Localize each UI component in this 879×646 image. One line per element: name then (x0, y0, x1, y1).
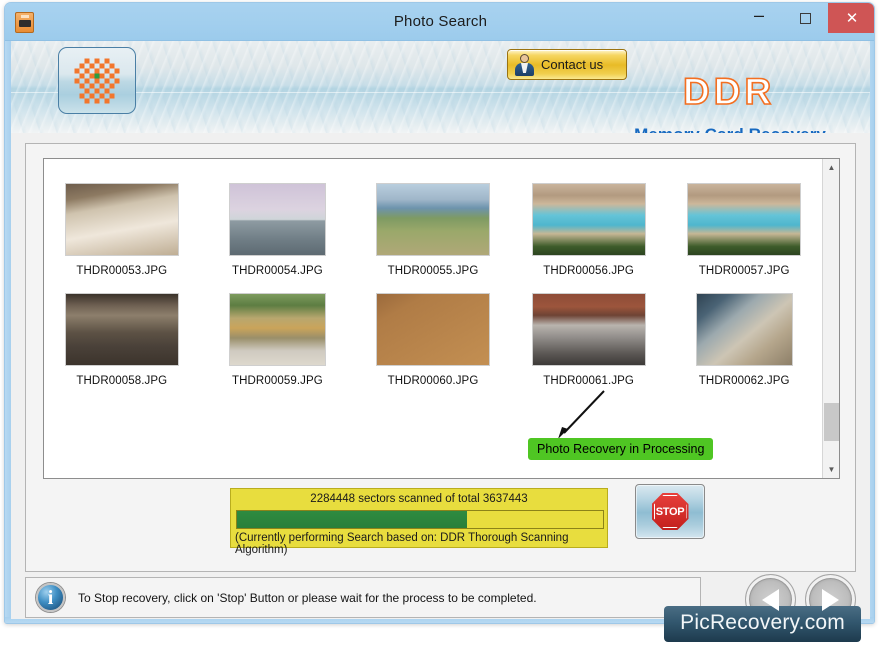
thumbnail-item[interactable]: THDR00053.JPG (44, 183, 200, 277)
thumbnail-item[interactable]: THDR00058.JPG (44, 293, 200, 387)
product-subtitle: Memory Card Recovery (634, 125, 826, 133)
title-bar[interactable]: Photo Search – ✕ (5, 3, 874, 41)
thumbnail-image[interactable] (695, 293, 793, 366)
stop-button-label: STOP (655, 505, 685, 518)
scroll-down-arrow-icon[interactable]: ▼ (823, 461, 839, 478)
processing-tooltip: Photo Recovery in Processing (528, 438, 714, 460)
next-arrow-icon (822, 588, 839, 611)
contact-us-button[interactable]: Contact us (507, 49, 627, 80)
thumbnail-list-box[interactable]: THDR00053.JPG THDR00054.JPG THDR00055.JPG T… (43, 158, 840, 479)
scrollbar-thumb[interactable] (824, 403, 839, 441)
thumbnail-image[interactable] (64, 293, 179, 366)
thumbnail-item[interactable]: THDR00055.JPG (355, 183, 511, 277)
thumbnail-scroll-area: THDR00053.JPG THDR00054.JPG THDR00055.JPG T… (44, 159, 822, 478)
thumbnail-filename: THDR00057.JPG (698, 265, 790, 277)
scanning-algorithm-label: (Currently performing Search based on: D… (235, 532, 569, 556)
contact-us-label: Contact us (541, 57, 604, 72)
info-message: To Stop recovery, click on 'Stop' Button… (78, 590, 537, 605)
picrecovery-watermark: PicRecovery.com (664, 606, 861, 642)
thumbnail-image[interactable] (531, 183, 646, 256)
scan-progress-panel: 2284448 sectors scanned of total 3637443… (230, 488, 608, 556)
thumbnail-image[interactable] (228, 293, 326, 366)
thumbnail-item[interactable]: THDR00061.JPG (511, 293, 667, 387)
thumbnail-filename: THDR00058.JPG (76, 375, 168, 387)
vertical-scrollbar[interactable]: ▲ ▼ (822, 159, 839, 478)
application-window-root: Photo Search – ✕ Contact us DDR THDR0005… (0, 0, 879, 646)
thumbnail-item[interactable]: THDR00054.JPG (200, 183, 356, 277)
scan-progress-fill (237, 511, 467, 528)
thumbnail-filename: THDR00056.JPG (543, 265, 634, 277)
minimize-button[interactable]: – (736, 3, 782, 33)
maximize-button[interactable] (782, 3, 828, 33)
maximize-square-icon (799, 12, 811, 24)
photo-search-window: Photo Search – ✕ Contact us DDR THDR0005… (4, 2, 875, 624)
info-bar: i To Stop recovery, click on 'Stop' Butt… (25, 577, 701, 618)
thumbnail-filename: THDR00053.JPG (76, 265, 168, 277)
thumbnail-image[interactable] (228, 183, 326, 256)
thumbnail-image[interactable] (531, 293, 646, 366)
thumbnail-image[interactable] (375, 183, 490, 256)
info-icon: i (36, 583, 65, 612)
thumbnail-item[interactable]: THDR00056.JPG (511, 183, 667, 277)
close-button[interactable]: ✕ (828, 3, 874, 33)
checkered-flower-logo (74, 58, 120, 103)
stop-button[interactable]: STOP (635, 484, 705, 539)
sectors-scanned-label: 2284448 sectors scanned of total 3637443 (310, 493, 528, 505)
window-body: THDR00053.JPG THDR00054.JPG THDR00055.JPG T… (11, 133, 870, 623)
thumbnail-item[interactable]: THDR00059.JPG (200, 293, 356, 387)
previous-arrow-icon (762, 588, 779, 611)
thumbnail-item[interactable]: THDR00060.JPG (355, 293, 511, 387)
scan-progress-bar (236, 510, 604, 529)
thumbnail-filename: THDR00059.JPG (232, 375, 323, 387)
app-logo-button[interactable] (58, 47, 136, 114)
thumbnail-image[interactable] (64, 183, 179, 256)
user-avatar-icon (513, 53, 536, 76)
stop-sign-icon: STOP (651, 493, 689, 530)
window-controls: – ✕ (736, 3, 874, 41)
scroll-up-arrow-icon[interactable]: ▲ (823, 159, 839, 176)
header-banner: Contact us DDR Memory Card Recovery (11, 41, 870, 133)
thumbnail-image[interactable] (375, 293, 490, 366)
thumbnail-filename: THDR00054.JPG (232, 265, 323, 277)
thumbnail-filename: THDR00060.JPG (387, 375, 479, 387)
scan-results-panel: THDR00053.JPG THDR00054.JPG THDR00055.JPG T… (25, 143, 856, 572)
thumbnail-grid: THDR00053.JPG THDR00054.JPG THDR00055.JPG T… (44, 183, 822, 387)
thumbnail-image[interactable] (687, 183, 802, 256)
ddr-brand-wordmark: DDR (682, 70, 776, 113)
thumbnail-filename: THDR00055.JPG (387, 265, 479, 277)
thumbnail-item[interactable]: THDR00062.JPG (666, 293, 822, 387)
thumbnail-item[interactable]: THDR00057.JPG (666, 183, 822, 277)
thumbnail-filename: THDR00062.JPG (698, 375, 790, 387)
thumbnail-filename: THDR00061.JPG (543, 375, 634, 387)
